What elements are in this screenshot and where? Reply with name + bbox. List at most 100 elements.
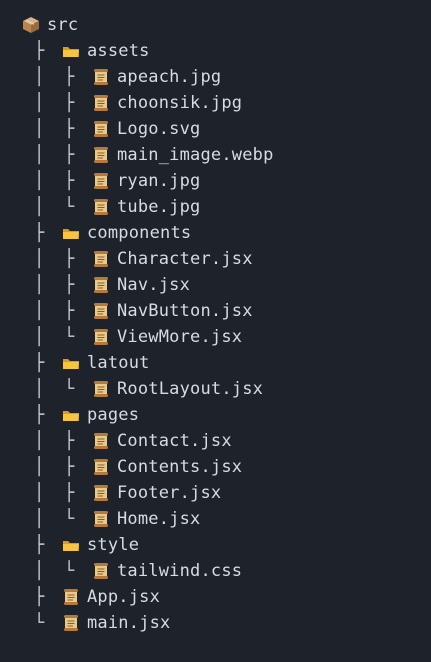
tree-file-row[interactable]: │ ├ Footer.jsx [0, 480, 431, 506]
scroll-file-icon [94, 329, 108, 345]
open-folder-icon [63, 359, 79, 369]
file-name: Logo.svg [117, 119, 201, 139]
scroll-file-icon [94, 251, 108, 267]
file-name: tube.jpg [117, 197, 201, 217]
tree-branch-glyph: └ [64, 327, 75, 347]
folder-name: style [87, 535, 140, 555]
tree-file-row[interactable]: │ ├ Nav.jsx [0, 272, 431, 298]
scroll-file-icon [64, 615, 78, 631]
scroll-file-icon [94, 563, 108, 579]
open-folder-icon [63, 229, 79, 239]
file-name: ryan.jpg [117, 171, 201, 191]
tree-branch-glyph: ├ [64, 171, 75, 191]
tree-branch-glyph: ├ [64, 93, 75, 113]
tree-folder-row[interactable]: ├ pages [0, 402, 431, 428]
scroll-file-icon [94, 199, 108, 215]
tree-folder-row[interactable]: ├ latout [0, 350, 431, 376]
folder-name: pages [87, 405, 140, 425]
tree-file-row[interactable]: │ ├ Logo.svg [0, 116, 431, 142]
tree-folder-row[interactable]: ├ style [0, 532, 431, 558]
scroll-file-icon [94, 121, 108, 137]
tree-file-row[interactable]: └ main.jsx [0, 610, 431, 636]
scroll-file-icon [94, 459, 108, 475]
tree-file-row[interactable]: │ ├ main_image.webp [0, 142, 431, 168]
folder-name: latout [87, 353, 150, 373]
file-name: RootLayout.jsx [117, 379, 264, 399]
tree-branch-glyph: ├ [64, 119, 75, 139]
file-name: Home.jsx [117, 509, 201, 529]
scroll-file-icon [94, 381, 108, 397]
scroll-file-icon [64, 589, 78, 605]
package-box-icon [23, 17, 39, 33]
tree-branch-glyph: ├ [34, 353, 45, 373]
file-name: Contact.jsx [117, 431, 232, 451]
tree-file-row[interactable]: │ ├ NavButton.jsx [0, 298, 431, 324]
file-name: App.jsx [87, 587, 161, 607]
tree-branch-glyph: ├ [64, 457, 75, 477]
file-name: tailwind.css [117, 561, 243, 581]
tree-branch-glyph: └ [64, 379, 75, 399]
tree-file-row[interactable]: │ ├ apeach.jpg [0, 64, 431, 90]
tree-guide-line: │ [34, 509, 45, 529]
tree-branch-glyph: └ [34, 613, 45, 633]
tree-items: ├ assets │ ├ apeach.jpg │ ├ choonsik.jpg │ ├ Logo.… [0, 38, 431, 636]
scroll-file-icon [94, 69, 108, 85]
tree-branch-glyph: └ [64, 197, 75, 217]
file-name: main_image.webp [117, 145, 274, 165]
tree-file-row[interactable]: │ ├ choonsik.jpg [0, 90, 431, 116]
file-name: Contents.jsx [117, 457, 243, 477]
tree-guide-line: │ [34, 93, 45, 113]
tree-guide-line: │ [34, 457, 45, 477]
folder-name: components [87, 223, 192, 243]
tree-file-row[interactable]: │ └ ViewMore.jsx [0, 324, 431, 350]
tree-guide-line: │ [34, 197, 45, 217]
open-folder-icon [63, 47, 79, 57]
file-name: Nav.jsx [117, 275, 191, 295]
tree-branch-glyph: ├ [64, 275, 75, 295]
tree-guide-line: │ [34, 561, 45, 581]
scroll-file-icon [94, 511, 108, 527]
scroll-file-icon [94, 147, 108, 163]
tree-branch-glyph: ├ [64, 301, 75, 321]
scroll-file-icon [94, 95, 108, 111]
tree-folder-row[interactable]: ├ components [0, 220, 431, 246]
folder-name: assets [87, 41, 150, 61]
tree-file-row[interactable]: │ └ tube.jpg [0, 194, 431, 220]
tree-file-row[interactable]: │ └ RootLayout.jsx [0, 376, 431, 402]
file-name: Character.jsx [117, 249, 253, 269]
tree-guide-line: │ [34, 119, 45, 139]
tree-guide-line: │ [34, 275, 45, 295]
tree-guide-line: │ [34, 301, 45, 321]
tree-root[interactable]: src [0, 12, 431, 38]
tree-guide-line: │ [34, 431, 45, 451]
tree-branch-glyph: └ [64, 509, 75, 529]
tree-guide-line: │ [34, 379, 45, 399]
file-name: choonsik.jpg [117, 93, 243, 113]
tree-file-row[interactable]: │ └ tailwind.css [0, 558, 431, 584]
file-name: apeach.jpg [117, 67, 222, 87]
scroll-file-icon [94, 173, 108, 189]
tree-root-label: src [47, 15, 79, 35]
tree-file-row[interactable]: │ └ Home.jsx [0, 506, 431, 532]
file-name: main.jsx [87, 613, 171, 633]
tree-file-row[interactable]: │ ├ Contact.jsx [0, 428, 431, 454]
tree-guide-line: │ [34, 145, 45, 165]
file-name: ViewMore.jsx [117, 327, 243, 347]
tree-folder-row[interactable]: ├ assets [0, 38, 431, 64]
tree-branch-glyph: ├ [64, 483, 75, 503]
tree-file-row[interactable]: ├ App.jsx [0, 584, 431, 610]
tree-branch-glyph: ├ [34, 587, 45, 607]
tree-guide-line: │ [34, 327, 45, 347]
open-folder-icon [63, 411, 79, 421]
scroll-file-icon [94, 485, 108, 501]
tree-branch-glyph: ├ [64, 145, 75, 165]
tree-file-row[interactable]: │ ├ Contents.jsx [0, 454, 431, 480]
tree-branch-glyph: ├ [34, 405, 45, 425]
tree-branch-glyph: ├ [64, 249, 75, 269]
tree-file-row[interactable]: │ ├ ryan.jpg [0, 168, 431, 194]
tree-branch-glyph: ├ [64, 67, 75, 87]
tree-guide-line: │ [34, 483, 45, 503]
tree-file-row[interactable]: │ ├ Character.jsx [0, 246, 431, 272]
tree-branch-glyph: ├ [64, 431, 75, 451]
scroll-file-icon [94, 303, 108, 319]
